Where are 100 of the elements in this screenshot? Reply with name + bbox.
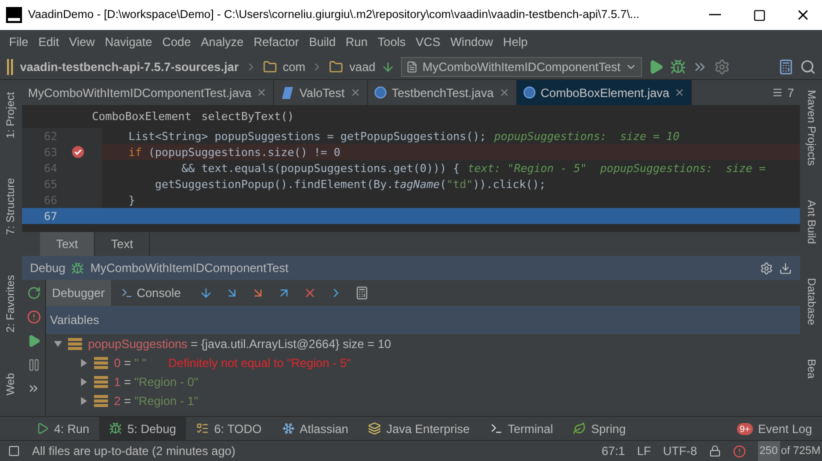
folder-icon bbox=[329, 60, 344, 74]
breadcrumb-item[interactable]: selectByText() bbox=[201, 110, 294, 123]
code-text: getSuggestionPopup().findElement(By.tagName("td")).click(); bbox=[154, 177, 546, 191]
line-separator[interactable]: LF bbox=[636, 444, 651, 458]
tool-window-tab[interactable]: Atlassian bbox=[272, 417, 358, 440]
variable-text: popupSuggestions = {java.util.ArrayList@2664} size = 10 bbox=[88, 336, 392, 350]
text-tab[interactable]: Text bbox=[40, 232, 96, 256]
editor-tab[interactable]: ComboBoxElement.java bbox=[516, 80, 692, 105]
tool-window-button[interactable]: 2: Favorites bbox=[5, 275, 17, 333]
minimize-icon bbox=[709, 14, 721, 16]
tool-window-tab[interactable]: 4: Run bbox=[26, 417, 100, 440]
step-over-icon[interactable] bbox=[198, 286, 213, 300]
lock-icon[interactable] bbox=[709, 445, 721, 457]
caret-position[interactable]: 67:1 bbox=[602, 444, 625, 458]
code-text: && text.equals(popupSuggestions.get(0))) { bbox=[180, 161, 460, 175]
expand-arrow-icon[interactable] bbox=[80, 396, 88, 404]
close-tab-icon[interactable] bbox=[498, 87, 510, 98]
breakpoint-icon[interactable] bbox=[72, 146, 84, 158]
class-icon bbox=[522, 86, 536, 99]
notification-count: 9+ bbox=[736, 422, 753, 434]
variable-row[interactable]: popupSuggestions = {java.util.ArrayList@2664} size = 10 bbox=[46, 334, 800, 353]
code-text: } bbox=[127, 193, 136, 207]
expand-arrow-icon[interactable] bbox=[54, 340, 62, 348]
leaf-icon bbox=[573, 422, 586, 435]
window-title: VaadinDemo - [D:\workspace\Demo] - C:\Users\corneliu.giurgiu\.m2\repository\com\vaadin\vaadin-testbench-api\7.5.7\... bbox=[28, 9, 640, 21]
todo-icon bbox=[196, 422, 210, 435]
console-icon bbox=[120, 287, 133, 299]
debug-icon[interactable] bbox=[670, 58, 686, 74]
tool-window-tab[interactable]: Spring bbox=[563, 417, 636, 440]
error-icon[interactable] bbox=[733, 444, 746, 458]
bug-icon bbox=[109, 422, 122, 435]
tool-window-button[interactable]: Database bbox=[805, 278, 817, 325]
menu-item[interactable]: Run bbox=[340, 35, 373, 49]
toggle-panels-icon[interactable] bbox=[8, 445, 20, 457]
menu-item[interactable]: Refactor bbox=[248, 35, 304, 49]
expand-arrow-icon[interactable] bbox=[80, 358, 88, 366]
panel-title: Debug bbox=[30, 261, 66, 275]
settings-icon[interactable] bbox=[760, 262, 773, 274]
memory-indicator[interactable]: 250 of 725M bbox=[758, 440, 822, 461]
variable-row[interactable]: 2 = "Region - 1" bbox=[46, 391, 800, 410]
status-message: All files are up-to-date (2 minutes ago) bbox=[32, 444, 236, 458]
menu-item[interactable]: Navigate bbox=[100, 35, 158, 49]
list-icon bbox=[94, 394, 108, 406]
file-icon bbox=[406, 60, 418, 72]
horizontal-scrollbar[interactable] bbox=[22, 224, 800, 232]
terminal-icon bbox=[490, 422, 503, 435]
tool-window-button[interactable]: 1: Project bbox=[5, 92, 17, 138]
variable-text: 1 = "Region - 0" bbox=[114, 374, 198, 388]
tool-window-tab[interactable]: Java Enterprise bbox=[358, 417, 480, 440]
debugger-tab[interactable]: Debugger bbox=[46, 280, 111, 306]
variable-text: 0 = " " bbox=[114, 356, 146, 370]
list-icon bbox=[68, 338, 82, 350]
more-icon[interactable] bbox=[27, 382, 40, 395]
close-tab-icon[interactable] bbox=[256, 87, 268, 98]
tool-window-button[interactable]: Web bbox=[5, 372, 17, 396]
menu-item[interactable]: Edit bbox=[33, 35, 64, 49]
tool-window-tab[interactable]: Terminal bbox=[480, 417, 564, 440]
search-icon[interactable] bbox=[800, 58, 816, 74]
menu-item[interactable]: Code bbox=[157, 35, 196, 49]
tool-window-tab[interactable]: 5: Debug bbox=[99, 417, 186, 440]
tool-window-button[interactable]: Maven Projects bbox=[805, 90, 817, 166]
close-tab-icon[interactable] bbox=[674, 87, 686, 98]
path-crumb[interactable]: vaadin-testbench-api-7.5.7-sources.jar bbox=[20, 60, 239, 74]
menu-item[interactable]: Help bbox=[498, 35, 533, 49]
run-icon[interactable] bbox=[648, 58, 664, 74]
rerun-icon[interactable] bbox=[26, 286, 40, 300]
menu-item[interactable]: Window bbox=[445, 35, 498, 49]
line-number: 67 bbox=[44, 210, 58, 222]
path-crumb[interactable]: com bbox=[282, 60, 306, 74]
menu-item[interactable]: Tools bbox=[372, 35, 411, 49]
breadcrumb-item[interactable]: ComboBoxElement bbox=[92, 110, 192, 123]
sort-icon bbox=[381, 60, 396, 74]
code-text: if (popupSuggestions.size() != 0 bbox=[127, 145, 340, 159]
variable-row[interactable]: 1 = "Region - 0" bbox=[46, 372, 800, 391]
run-config-dropdown[interactable]: MyComboWithItemIDComponentTest bbox=[401, 56, 642, 76]
path-crumb[interactable]: vaad bbox=[349, 60, 376, 74]
class-icon bbox=[374, 86, 387, 99]
tool-window-tab[interactable]: 6: TODO bbox=[186, 417, 272, 440]
tool-window-button[interactable]: 7: Structure bbox=[5, 178, 17, 236]
tool-window-button[interactable]: Bea bbox=[805, 358, 817, 379]
menu-item[interactable]: Analyze bbox=[196, 35, 249, 49]
tool-window-button[interactable]: Ant Build bbox=[805, 200, 817, 244]
enterprise-icon bbox=[368, 422, 382, 435]
event-log-tab[interactable]: 9+ Event Log bbox=[726, 417, 822, 440]
expand-arrow-icon[interactable] bbox=[80, 378, 88, 386]
snowflake-icon bbox=[282, 422, 295, 435]
inline-value-hint: text: "Region - 5" popupSuggestions: size = bbox=[468, 162, 766, 174]
breakpoints-icon[interactable] bbox=[26, 310, 40, 324]
close-tab-icon[interactable] bbox=[350, 87, 361, 98]
resume-icon[interactable] bbox=[26, 334, 40, 348]
file-encoding[interactable]: UTF-8 bbox=[663, 444, 697, 458]
menu-item[interactable]: VCS bbox=[410, 35, 446, 49]
menu-item[interactable]: Build bbox=[304, 35, 341, 49]
debugger-tab[interactable]: Console bbox=[114, 280, 187, 306]
menu-item[interactable]: View bbox=[64, 35, 100, 49]
tab-list-button[interactable]: 7 bbox=[766, 80, 800, 105]
variable-row[interactable]: 0 = " " Definitely not equal to "Region - 5" bbox=[46, 353, 800, 372]
menu-item[interactable]: File bbox=[4, 35, 34, 49]
pause-icon[interactable] bbox=[26, 358, 40, 372]
settings-icon[interactable] bbox=[714, 58, 730, 74]
